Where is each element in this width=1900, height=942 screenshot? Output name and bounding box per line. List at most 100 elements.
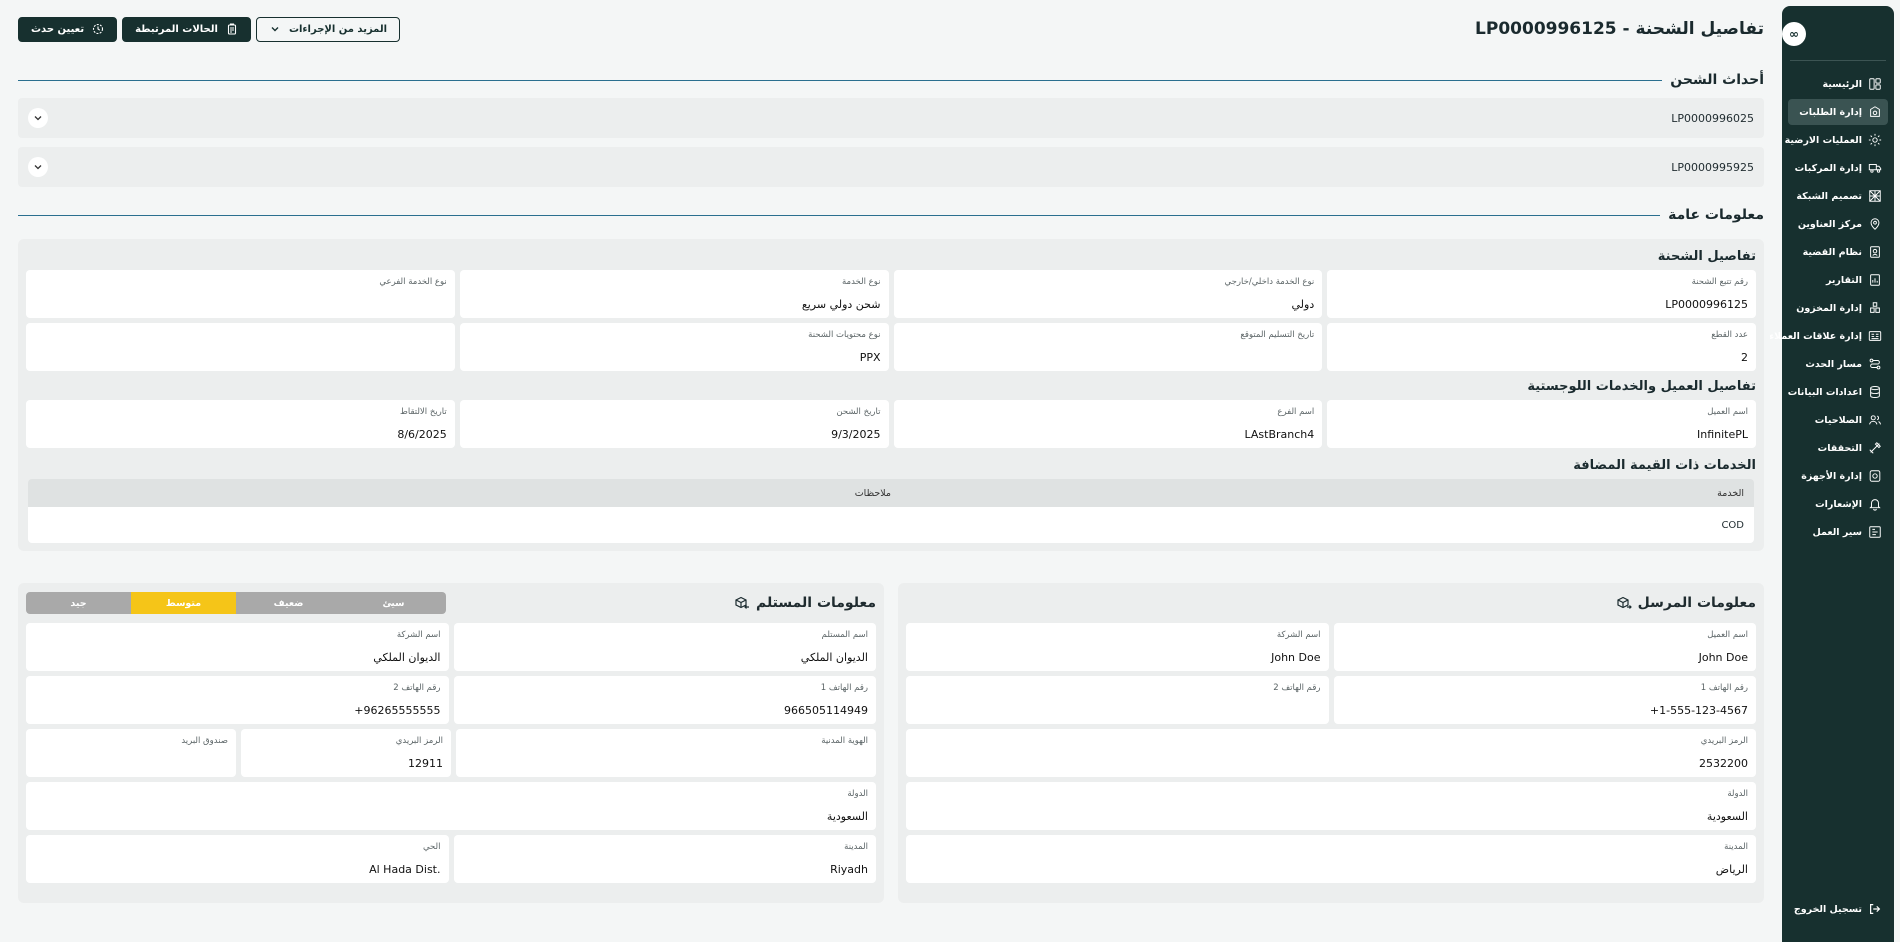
workflow-icon (1868, 525, 1882, 539)
event-tracking-number: LP0000996025 (1671, 111, 1754, 125)
field-value: 12911 (408, 757, 443, 770)
field-service-scope: نوع الخدمة داخلي/خارجي دولي (893, 270, 1323, 318)
sender-panel: معلومات المرسل اسم العميل John Doe اسم ال… (898, 583, 1764, 903)
sender-row: الدولة السعودية (906, 782, 1756, 830)
field-value: Riyadh (830, 863, 868, 876)
field-label: تاريخ التسليم المتوقع (1240, 330, 1315, 340)
route-icon (1868, 357, 1882, 371)
field-label: الرمز البريدي (395, 736, 443, 746)
field-sender-phone2: رقم الهاتف 2 (906, 676, 1329, 724)
field-value: دولي (1291, 298, 1315, 311)
events-section-header: أحداث الشحن (18, 72, 1764, 88)
field-receiver-phone2: رقم الهاتف 2 +96265555555 (26, 676, 449, 724)
sidebar-item[interactable]: إدارة المخزون (1788, 295, 1888, 321)
field-label: اسم الشركة (1276, 630, 1321, 640)
linked-cases-button[interactable]: الحالات المرتبطة (122, 16, 251, 42)
expand-button[interactable] (28, 157, 48, 177)
event-accordion-row[interactable]: LP0000996025 (18, 98, 1764, 138)
field-label: رقم تتبع الشحنة (1691, 277, 1748, 287)
rating-segment[interactable]: ضعيف (236, 592, 341, 614)
chevron-down-icon (271, 27, 279, 32)
rating-segment[interactable]: جيد (26, 592, 131, 614)
shipment-details-row: رقم تتبع الشحنة LP0000996125 نوع الخدمة د… (26, 270, 1756, 318)
sidebar-item[interactable]: العمليات الارضية (1785, 127, 1888, 153)
sidebar-item[interactable]: إدارة الطلبات (1788, 99, 1888, 125)
field-label: صندوق البريد (181, 736, 228, 746)
sidebar-item-label: الصلاحيات (1814, 414, 1862, 426)
sidebar-item-label: مسار الحدث (1805, 358, 1862, 370)
customer-details-row: اسم العميل InfinitePL اسم الفرع LAstBranch… (26, 400, 1756, 448)
field-label: الدولة (847, 789, 868, 799)
page-title: تفاصيل الشحنة - LP0000996125 (1475, 19, 1764, 39)
sidebar-item[interactable]: إدارة المركبات (1788, 155, 1888, 181)
event-accordion-row[interactable]: LP0000995925 (18, 147, 1764, 187)
sidebar-item[interactable]: الصلاحيات (1788, 407, 1888, 433)
field-sender-postal: الرمز البريدي 2532200 (906, 729, 1756, 777)
field-sub-service-type: نوع الخدمة الفرعي (26, 270, 455, 318)
report-icon (1868, 273, 1882, 287)
sidebar-item[interactable]: إدارة علاقات العملاء (1769, 323, 1888, 349)
logout-button[interactable]: تسجيل الخروج (1788, 896, 1888, 922)
sidebar-item[interactable]: تصميم الشبكة (1788, 183, 1888, 209)
sidebar-item[interactable]: نظام القضية (1788, 239, 1888, 265)
orders-icon (1868, 105, 1882, 119)
rating-segment[interactable]: متوسط (131, 592, 236, 614)
sidebar-item[interactable]: سير العمل (1788, 519, 1888, 545)
field-value: السعودية (826, 810, 868, 823)
field-expected-delivery: تاريخ التسليم المتوقع (893, 323, 1323, 371)
field-label: تاريخ الشحن (836, 407, 881, 417)
column-header-service: الخدمة (1717, 487, 1744, 499)
field-value: John Doe (1271, 651, 1321, 664)
sidebar-item[interactable]: الرئيسية (1788, 71, 1888, 97)
sidebar-item[interactable]: مسار الحدث (1788, 351, 1888, 377)
sidebar-item[interactable]: إدارة الأجهزة (1788, 463, 1888, 489)
sidebar-item[interactable]: مركز العناوين (1788, 211, 1888, 237)
field-receiver-national-id: الهوية المدنية (456, 729, 876, 777)
more-actions-button[interactable]: المزيد من الإجراءات (255, 16, 401, 42)
sender-header: معلومات المرسل (906, 589, 1756, 617)
sender-row: الرمز البريدي 2532200 (906, 729, 1756, 777)
assign-event-button[interactable]: تعيين حدث (18, 16, 118, 42)
ground-ops-icon (1868, 133, 1882, 147)
assign-event-label: تعيين حدث (31, 23, 85, 35)
main-content: تفاصيل الشحنة - LP0000996125 المزيد من ا… (18, 0, 1764, 942)
sidebar-item-label: مركز العناوين (1797, 218, 1862, 230)
sidebar: ∞ الرئيسية إدارة الطلبات العمليات الارضية إ… (1769, 6, 1894, 942)
field-shipping-date: تاريخ الشحن 9/3/2025 (459, 400, 889, 448)
value-added-table: الخدمة ملاحظات COD (26, 479, 1756, 543)
sidebar-item[interactable]: اعدادات البيانات (1788, 379, 1888, 405)
receiver-row: المدينة Riyadh الحي Al Hada Dist. (26, 835, 876, 883)
field-label: اسم العميل (1707, 630, 1748, 640)
users-icon (1868, 413, 1882, 427)
clipboard-icon (227, 23, 237, 35)
field-label: اسم الفرع (1277, 407, 1315, 417)
field-value: 8/6/2025 (397, 428, 447, 441)
sidebar-item[interactable]: التقارير (1788, 267, 1888, 293)
logo[interactable]: ∞ (1782, 22, 1806, 46)
sidebar-item[interactable]: الإشعارات (1788, 491, 1888, 517)
field-value: الرياض (1715, 863, 1748, 876)
receiver-row: رقم الهاتف 1 966505114949 رقم الهاتف 2 +96… (26, 676, 876, 724)
customer-details-title: تفاصيل العميل والخدمات اللوجستية (1527, 379, 1756, 394)
sidebar-item-label: التحققات (1817, 442, 1862, 454)
field-value: John Doe (1698, 651, 1748, 664)
field-value: الديوان الملكي (800, 651, 868, 664)
field-label: الدولة (1727, 789, 1748, 799)
sidebar-item[interactable]: التحققات (1788, 435, 1888, 461)
chevron-down-icon (34, 116, 42, 121)
sender-title-wrap: معلومات المرسل (1616, 595, 1756, 611)
field-label: نوع الخدمة داخلي/خارجي (1224, 277, 1315, 287)
chevron-down-icon (34, 165, 42, 170)
field-tracking-number: رقم تتبع الشحنة LP0000996125 (1327, 270, 1756, 318)
devices-icon (1868, 469, 1882, 483)
field-empty (26, 323, 455, 371)
section-divider (18, 214, 1661, 216)
sidebar-item-label: اعدادات البيانات (1787, 386, 1862, 398)
parties-section: معلومات المرسل اسم العميل John Doe اسم ال… (18, 583, 1764, 903)
expand-button[interactable] (28, 108, 48, 128)
truck-icon (1868, 161, 1882, 175)
rating-segment[interactable]: سيئ (341, 592, 446, 614)
field-receiver-name: اسم المستلم الديوان الملكي (453, 623, 876, 671)
database-icon (1868, 385, 1882, 399)
sidebar-item-label: الإشعارات (1815, 498, 1862, 510)
